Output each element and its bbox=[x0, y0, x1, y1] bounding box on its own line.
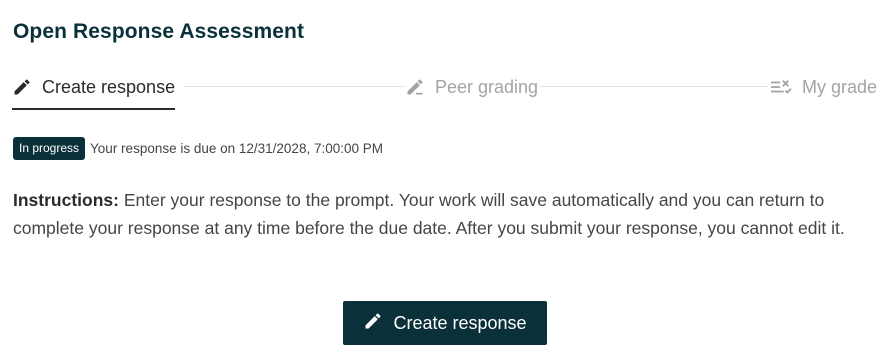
create-response-button-label: Create response bbox=[393, 312, 527, 333]
create-response-button[interactable]: Create response bbox=[343, 301, 547, 345]
step-create-response[interactable]: Create response bbox=[12, 72, 176, 110]
step-my-grade[interactable]: My grade bbox=[767, 72, 877, 102]
active-step-underline bbox=[12, 108, 176, 110]
status-badge: In progress bbox=[13, 137, 86, 160]
step-label: My grade bbox=[801, 76, 877, 97]
pencil-icon bbox=[12, 77, 32, 97]
status-row: In progress Your response is due on 12/3… bbox=[13, 137, 383, 160]
step-peer-grading[interactable]: Peer grading bbox=[405, 72, 541, 102]
instructions-body: Enter your response to the prompt. Your … bbox=[13, 190, 845, 238]
instructions-text: Instructions: Enter your response to the… bbox=[13, 186, 879, 242]
instructions-label: Instructions: bbox=[13, 190, 119, 210]
step-label: Peer grading bbox=[435, 76, 539, 97]
pencil-edit-icon bbox=[405, 77, 425, 97]
grading-list-icon bbox=[770, 77, 792, 97]
page-title: Open Response Assessment bbox=[13, 20, 305, 43]
pencil-icon bbox=[363, 311, 383, 336]
due-date-text: Your response is due on 12/31/2028, 7:00… bbox=[90, 141, 383, 156]
ora-page: Open Response Assessment Create response… bbox=[0, 0, 887, 364]
step-label: Create response bbox=[42, 76, 176, 97]
